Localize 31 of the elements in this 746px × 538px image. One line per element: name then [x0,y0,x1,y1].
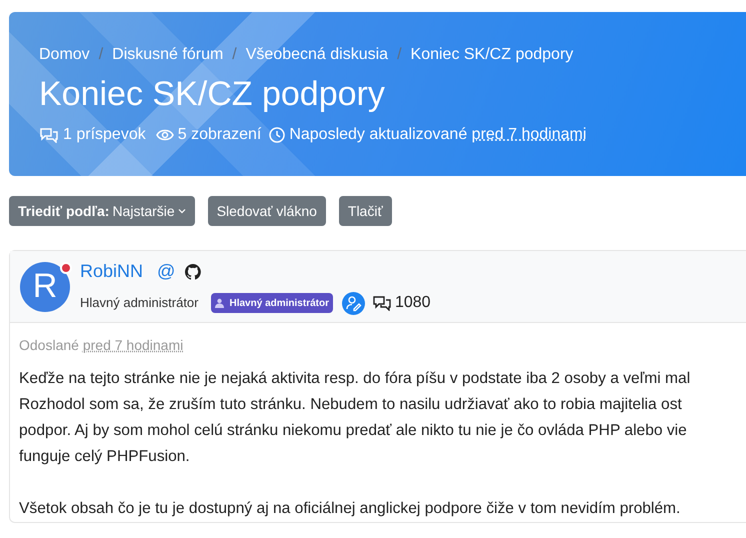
breadcrumb-separator: / [232,45,237,65]
breadcrumb-separator: / [98,45,104,65]
breadcrumb-separator: / [397,45,402,65]
breadcrumb-link[interactable]: Domov [39,44,90,66]
post-count: 1 príspevok [63,125,146,145]
role-badge: Hlavný administrátor [210,293,333,313]
view-count: 5 zobrazení [178,125,262,145]
last-updated-text: Naposledy aktualizované pred 7 hodinami [289,125,586,145]
post-paragraph: Všetok obsah čo je tu je dostupný aj na oficiálnej anglickej podpore čiže v tom nevidím problém. [19,499,682,519]
follow-thread-button[interactable]: Sledovať vlákno [208,196,326,226]
breadcrumb-link[interactable]: Všeobecná diskusia [246,44,388,66]
sort-dropdown[interactable]: Triediť podľa: Najstaršie [9,196,195,226]
breadcrumb-link[interactable]: Diskusné fórum [112,44,224,66]
chat-bubbles-icon [372,295,391,311]
user-icon [214,298,224,308]
posted-time: Odoslané pred 7 hodinami [19,336,184,355]
github-icon [185,264,202,280]
author-name-link[interactable]: RobiNN [80,258,144,285]
post-paragraph: Keďže na tejto stránke nie je nejaká aktivita resp. do fóra píšu v podstate iba 2 osoby a veľmi mal Rozhodol som sa, že zruším tuto stránku. Nebudem to nasilu udržiavať ako to robia majitelia ost podpor. Aj by som mohol celú stránku niekomu predať ale nikto tu nie je čo ovláda PHP alebo vie funguje celý PHPFusion. [19,369,692,467]
caret-icon [178,208,186,214]
breadcrumb-current[interactable]: Koniec SK/CZ podpory [410,44,574,66]
mention-link[interactable]: @ [157,258,176,285]
clock-icon [269,127,286,143]
user-post-count: 1080 [394,293,431,313]
eye-icon [156,128,174,142]
thread-title: Koniec SK/CZ podpory [39,74,386,114]
user-avatar: R [20,262,70,312]
chat-bubbles-icon [39,127,59,143]
user-edit-icon [342,292,365,314]
print-button[interactable]: Tlačiť [338,196,392,226]
user-role: Hlavný administrátor [80,294,198,312]
